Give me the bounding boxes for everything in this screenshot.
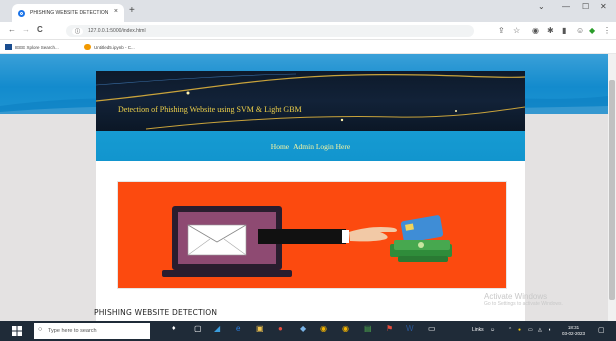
share-icon[interactable]: ⇪ [498,26,505,35]
shield-icon[interactable]: ◆ [589,26,595,35]
app-files-icon[interactable]: ◆ [300,324,306,333]
new-tab-button[interactable]: + [129,5,135,16]
task-view-icon[interactable]: ▢ [194,324,202,333]
tray-chevron-icon[interactable]: ⌃ [508,327,512,333]
site-title: Detection of Phishing Website using SVM … [118,105,302,114]
reload-button[interactable]: C [37,25,43,34]
forward-button[interactable]: → [22,25,30,34]
phishing-illustration [117,181,507,289]
windows-taskbar: Type here to search ○ ♦ ▢ ◢ e ▣ ● ◆ ◉ ◉ … [0,321,616,341]
scrollbar-thumb[interactable] [609,80,615,300]
bookmark-ieee[interactable]: IEEE Xplore Search... [5,44,59,50]
chrome-active-icon[interactable]: ◉ [342,324,349,333]
tray-app-icon[interactable]: ● [518,327,521,333]
taskbar-search-box[interactable]: Type here to search [34,323,150,339]
edge-icon[interactable]: e [236,324,240,333]
taskbar-clock[interactable]: 18:31 03-02-2023 [562,325,585,337]
bookmark-label: IEEE Xplore Search... [15,44,59,50]
search-icon: ○ [38,326,43,333]
clock-date: 03-02-2023 [562,331,586,336]
tab-search-chevron-icon[interactable]: ⌄ [538,2,545,11]
terminal-icon[interactable]: ▭ [428,324,436,333]
microphone-icon[interactable]: ♦ [172,325,176,332]
url-text: 127.0.0.1:5000/index.html [88,28,146,34]
store-icon[interactable]: ▣ [256,324,264,333]
minimize-button[interactable]: — [562,2,570,11]
tab-close-icon[interactable]: × [114,8,118,15]
chrome-favicon-icon [18,9,25,17]
restore-button[interactable]: ☐ [582,2,589,11]
menu-home-link[interactable]: Home [271,142,289,151]
colab-icon [84,44,91,50]
banner-gold-swoosh [96,73,525,130]
tab-active[interactable]: PHISHING WEBSITE DETECTION × [12,4,124,22]
extension-icon[interactable]: ◉ [532,26,539,35]
bookmarks-bar: IEEE Xplore Search... Untitled5.ipynb - … [0,40,616,54]
activate-windows-watermark: Activate Windows Go to Settings to activ… [484,292,563,307]
tab-title: PHISHING WEBSITE DETECTION [30,10,109,16]
network-icon[interactable]: ◬ [538,327,542,333]
watermark-line1: Activate Windows [484,292,548,301]
back-button[interactable]: ← [8,25,16,34]
app-green-icon[interactable]: ▤ [364,324,372,333]
volume-icon[interactable]: ◖ [548,327,551,333]
word-icon[interactable]: W [406,324,414,333]
bookmark-star-icon[interactable]: ☆ [513,26,520,35]
close-window-button[interactable]: ✕ [600,2,607,11]
browser-window: PHISHING WEBSITE DETECTION × + ⌄ — ☐ ✕ ←… [0,0,616,341]
content-card: Detection of Phishing Website using SVM … [94,71,525,321]
notification-icon[interactable]: ▢ [598,326,605,334]
profile-icon[interactable]: ☺ [576,26,584,35]
tab-strip: PHISHING WEBSITE DETECTION × + ⌄ — ☐ ✕ [0,0,616,22]
menu-kebab-icon[interactable]: ⋮ [603,26,611,35]
address-bar[interactable]: ⓘ 127.0.0.1:5000/index.html [66,25,474,37]
chrome-taskbar-icon[interactable]: ◉ [320,324,327,333]
battery-icon[interactable]: ▭ [528,327,533,333]
laptop-email-hand-icon [162,206,452,277]
page-viewport: Detection of Phishing Website using SVM … [0,54,608,321]
site-info-icon[interactable]: ⓘ [72,27,84,35]
app-icon[interactable]: ◢ [214,324,220,333]
watermark-line2: Go to Settings to activate Windows. [484,301,563,307]
people-icon[interactable]: ☺ [490,327,495,333]
windows-start-icon[interactable] [12,326,22,336]
menu-admin-login-link[interactable]: Admin Login Here [293,142,350,151]
search-placeholder: Type here to search [48,328,97,334]
app-flag-icon[interactable]: ⚑ [386,324,393,333]
main-menu: Home Admin Login Here [96,131,525,161]
ieee-icon [5,44,12,50]
browser-toolbar: ← → C ⓘ 127.0.0.1:5000/index.html ⇪ ☆ ◉ … [0,22,616,40]
app-red-icon[interactable]: ● [278,324,283,333]
links-toolbar[interactable]: Links [472,327,484,333]
side-panel-icon[interactable]: ▮ [562,26,566,35]
bookmark-label: Untitled5.ipynb - C... [94,44,135,50]
bookmark-colab[interactable]: Untitled5.ipynb - C... [84,44,135,50]
site-banner: Detection of Phishing Website using SVM … [96,71,525,131]
page-caption: PHISHING WEBSITE DETECTION [94,308,218,317]
puzzle-icon[interactable]: ✱ [547,26,554,35]
